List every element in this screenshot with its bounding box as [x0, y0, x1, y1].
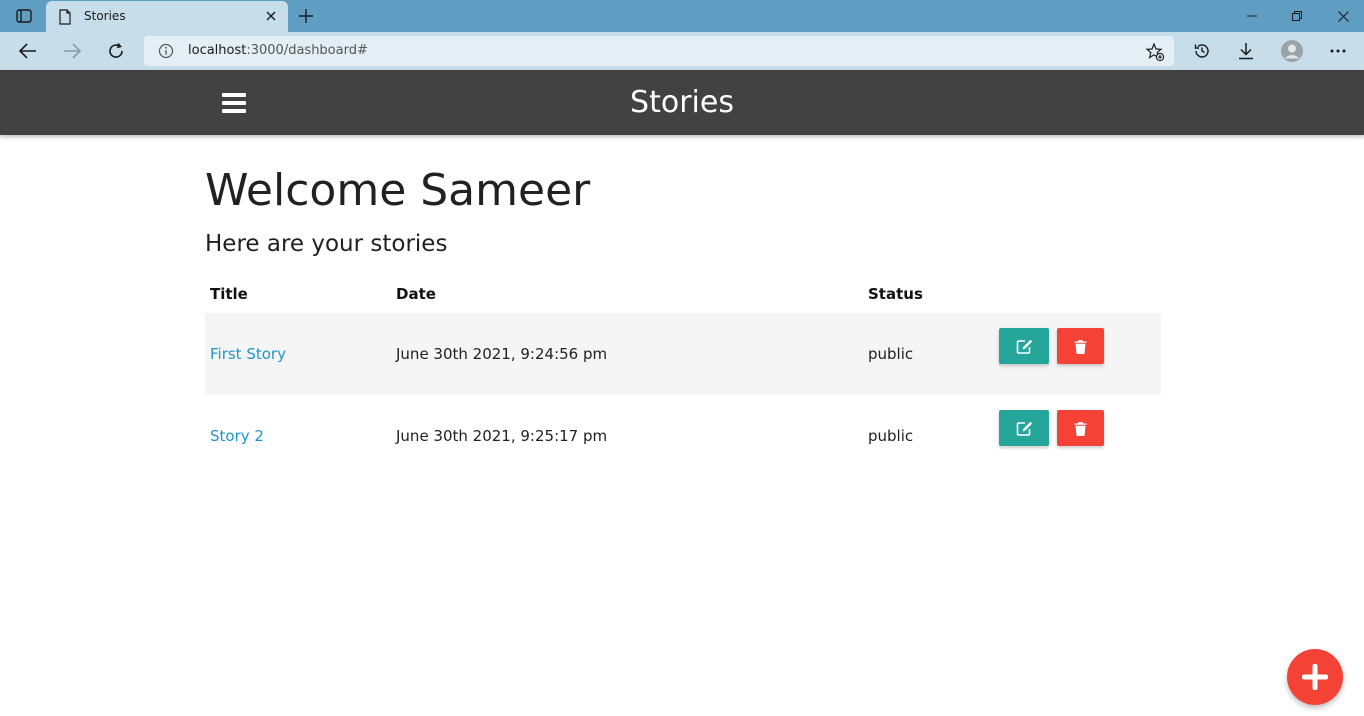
more-horizontal-icon	[1330, 49, 1346, 53]
app-brand[interactable]: Stories	[0, 85, 1364, 120]
plus-icon	[299, 9, 313, 23]
tab-actions-icon	[16, 9, 32, 23]
table-row: Story 2 June 30th 2021, 9:25:17 pm publi…	[205, 395, 1161, 477]
delete-story-button[interactable]	[1057, 328, 1104, 364]
delete-story-button[interactable]	[1057, 410, 1104, 446]
profile-button[interactable]	[1276, 35, 1308, 67]
history-button[interactable]	[1186, 35, 1218, 67]
tab-actions-button[interactable]	[8, 4, 40, 28]
story-title-link[interactable]: First Story	[210, 345, 286, 363]
avatar-icon	[1281, 40, 1303, 62]
close-tab-button[interactable]	[262, 7, 280, 25]
story-title-cell: First Story	[205, 313, 391, 395]
story-status-cell: public	[863, 313, 994, 395]
page-title: Welcome Sameer	[205, 165, 591, 216]
reload-button[interactable]	[100, 35, 132, 67]
forward-button[interactable]	[56, 35, 88, 67]
address-bar[interactable]: localhost:3000/dashboard#	[144, 36, 1174, 66]
browser-tabstrip: Stories	[0, 0, 1364, 32]
url-host: localhost	[188, 43, 247, 58]
story-status-cell: public	[868, 427, 914, 445]
story-date-cell: June 30th 2021, 9:25:17 pm	[396, 427, 608, 445]
column-header-date: Date	[396, 285, 436, 303]
edit-story-button[interactable]	[999, 410, 1049, 446]
address-url: localhost:3000/dashboard#	[188, 43, 368, 58]
minimize-icon	[1247, 15, 1257, 17]
plus-icon	[1302, 664, 1328, 690]
arrow-right-icon	[64, 43, 81, 59]
story-title-link[interactable]: Story 2	[210, 427, 264, 445]
reload-icon	[109, 42, 123, 58]
restore-button[interactable]	[1274, 0, 1320, 32]
more-menu-button[interactable]	[1322, 35, 1354, 67]
table-header-row: Title Date Status	[205, 275, 1161, 313]
new-tab-button[interactable]	[294, 4, 318, 28]
story-date-cell: June 30th 2021, 9:24:56 pm	[391, 313, 863, 395]
restore-icon	[1292, 11, 1302, 21]
close-icon	[266, 11, 276, 21]
column-header-title: Title	[210, 285, 248, 303]
close-window-button[interactable]	[1320, 0, 1364, 32]
table-row: First Story June 30th 2021, 9:24:56 pm p…	[205, 313, 1161, 395]
page-icon	[59, 9, 71, 25]
story-title-cell: Story 2	[205, 395, 391, 477]
stories-table: Title Date Status First Story June 30th …	[205, 275, 1161, 477]
history-icon	[1194, 44, 1209, 58]
page-subtitle: Here are your stories	[205, 231, 448, 257]
info-icon	[158, 43, 174, 59]
minimize-button[interactable]	[1229, 0, 1275, 32]
edit-icon	[1016, 421, 1032, 436]
trash-icon	[1074, 339, 1087, 354]
url-path: :3000/dashboard#	[246, 43, 368, 58]
add-favorite-button[interactable]	[1144, 41, 1166, 63]
edit-icon	[1016, 339, 1032, 354]
column-header-status: Status	[868, 285, 923, 303]
arrow-left-icon	[19, 43, 36, 59]
close-icon	[1337, 10, 1349, 22]
star-add-icon	[1145, 42, 1165, 62]
back-button[interactable]	[12, 35, 44, 67]
story-actions-cell	[994, 395, 1161, 477]
column-header-actions	[994, 275, 1161, 313]
browser-tab-active[interactable]: Stories	[46, 1, 288, 32]
browser-toolbar: localhost:3000/dashboard#	[0, 32, 1364, 70]
add-story-fab[interactable]	[1287, 649, 1343, 705]
app-navbar: Stories	[0, 70, 1364, 135]
browser-tab-title: Stories	[84, 9, 126, 23]
trash-icon	[1074, 421, 1087, 436]
edit-story-button[interactable]	[999, 328, 1049, 364]
download-icon	[1239, 43, 1253, 60]
story-actions-cell	[994, 313, 1161, 395]
downloads-button[interactable]	[1230, 35, 1262, 67]
